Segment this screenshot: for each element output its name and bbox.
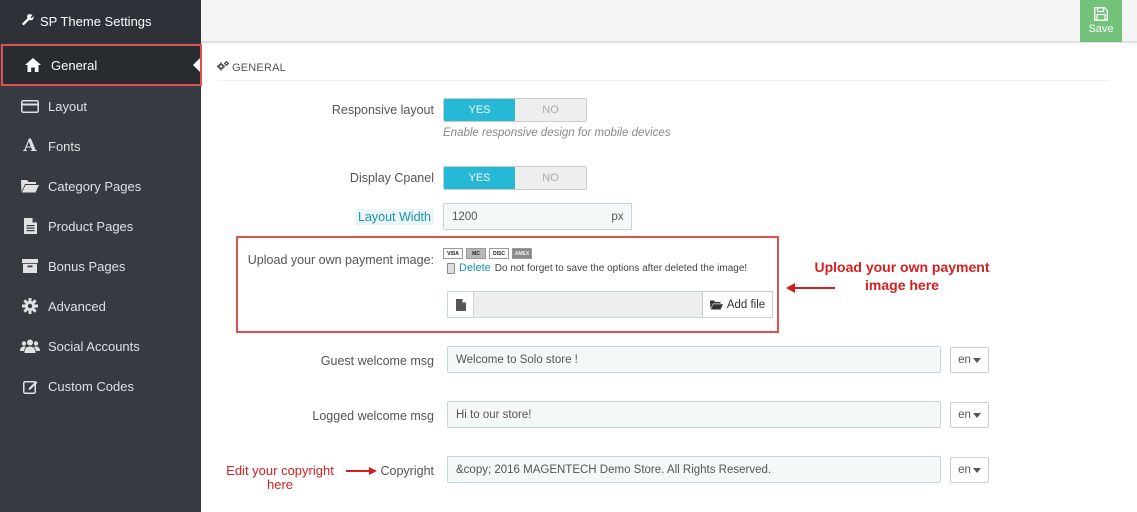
lang-label: en [958, 464, 971, 476]
caret-down-icon [972, 467, 981, 473]
guest-welcome-lang-dropdown[interactable]: en [950, 347, 989, 373]
guest-welcome-input[interactable]: Welcome to Solo store ! [447, 346, 941, 373]
top-toolbar: Save [201, 0, 1137, 43]
save-button[interactable]: Save [1080, 0, 1122, 42]
mastercard-card-icon: MC [466, 248, 486, 259]
guest-welcome-label: Guest welcome msg [320, 354, 434, 368]
sidebar-item-fonts[interactable]: A Fonts [0, 126, 201, 166]
lang-label: en [958, 354, 971, 366]
copyright-annotation: Edit your copyright here [226, 463, 334, 492]
toggle-yes[interactable]: YES [444, 99, 515, 121]
sidebar-title: SP Theme Settings [40, 14, 152, 29]
sidebar-item-category-pages[interactable]: Category Pages [0, 166, 201, 206]
layout-icon [20, 99, 40, 113]
edit-icon [20, 379, 40, 394]
file-icon [20, 218, 40, 234]
file-name-field[interactable] [474, 291, 702, 318]
sidebar: SP Theme Settings General Layout A Fonts… [0, 0, 202, 512]
cog-icon [20, 298, 40, 314]
payment-image-file-group: Add file [447, 291, 773, 318]
folder-open-icon [709, 300, 723, 309]
sidebar-item-product-pages[interactable]: Product Pages [0, 206, 201, 246]
copyright-input[interactable]: &copy; 2016 MAGENTECH Demo Store. All Ri… [447, 456, 941, 483]
sidebar-item-label: Category Pages [48, 178, 142, 194]
sidebar-item-label: Product Pages [48, 218, 134, 234]
save-label: Save [1088, 23, 1114, 35]
add-file-label: Add file [726, 298, 766, 311]
sidebar-item-general[interactable]: General [1, 44, 202, 86]
amex-card-icon: AMEX [512, 248, 532, 259]
toggle-yes[interactable]: YES [444, 167, 515, 189]
payment-image-delete-row: Delete Do not forget to save the options… [447, 262, 747, 274]
lang-label: en [958, 409, 971, 421]
sidebar-item-label: Social Accounts [48, 338, 140, 354]
layout-width-label: Layout Width [355, 209, 434, 225]
trash-icon [447, 262, 455, 274]
sidebar-item-custom-codes[interactable]: Custom Codes [0, 366, 201, 406]
users-icon [20, 339, 40, 353]
cogs-icon [217, 61, 229, 74]
toggle-no[interactable]: NO [515, 167, 586, 189]
font-icon: A [23, 136, 37, 156]
archive-icon [20, 259, 40, 273]
sidebar-item-label: Custom Codes [48, 378, 134, 394]
copyright-lang-dropdown[interactable]: en [950, 457, 989, 483]
file-icon [447, 291, 474, 318]
visa-card-icon: VISA [443, 248, 463, 259]
sidebar-item-bonus-pages[interactable]: Bonus Pages [0, 246, 201, 286]
general-panel: GENERAL [217, 55, 1109, 81]
copyright-annotation-arrowhead [369, 467, 377, 475]
panel-heading: GENERAL [217, 55, 1109, 81]
caret-down-icon [972, 357, 981, 363]
toggle-no[interactable]: NO [515, 99, 586, 121]
logged-welcome-label: Logged welcome msg [312, 409, 434, 423]
upload-annotation-arrow [794, 287, 835, 289]
sidebar-item-label: Bonus Pages [48, 258, 126, 274]
discover-card-icon: DISC [489, 248, 509, 259]
layout-width-input[interactable]: 1200 [443, 203, 605, 230]
sidebar-header: SP Theme Settings [0, 0, 201, 43]
sidebar-item-social-accounts[interactable]: Social Accounts [0, 326, 201, 366]
sidebar-item-label: General [51, 57, 98, 73]
payment-cards-preview: VISA MC DISC AMEX [443, 248, 532, 259]
payment-image-label: Upload your own payment image: [247, 253, 434, 267]
delete-image-link[interactable]: Delete [459, 262, 491, 274]
sidebar-item-advanced[interactable]: Advanced [0, 286, 201, 326]
caret-down-icon [972, 412, 981, 418]
save-icon [1094, 7, 1108, 21]
wrench-icon [22, 14, 34, 29]
add-file-button[interactable]: Add file [702, 291, 773, 318]
copyright-annotation-arrow [346, 470, 370, 472]
display-cpanel-label: Display Cpanel [349, 171, 434, 185]
home-icon [23, 58, 43, 72]
layout-width-unit: px [604, 203, 632, 230]
responsive-layout-label: Responsive layout [331, 103, 434, 117]
active-caret [193, 58, 200, 72]
responsive-layout-help: Enable responsive design for mobile devi… [443, 127, 671, 139]
logged-welcome-lang-dropdown[interactable]: en [950, 402, 989, 428]
panel-title: GENERAL [232, 61, 286, 74]
sidebar-item-layout[interactable]: Layout [0, 86, 201, 126]
sidebar-item-label: Advanced [48, 298, 106, 314]
sidebar-item-label: Layout [48, 98, 88, 114]
responsive-layout-toggle[interactable]: YES NO [443, 98, 587, 122]
display-cpanel-toggle[interactable]: YES NO [443, 166, 587, 190]
folder-open-icon [20, 179, 40, 193]
logged-welcome-input[interactable]: Hi to our store! [447, 401, 941, 428]
delete-note: Do not forget to save the options after … [494, 262, 748, 274]
sidebar-item-label: Fonts [48, 138, 81, 154]
